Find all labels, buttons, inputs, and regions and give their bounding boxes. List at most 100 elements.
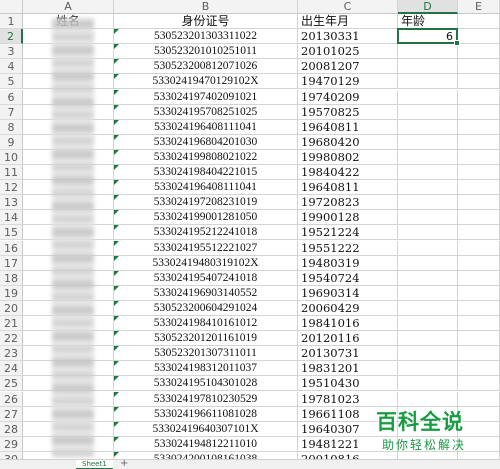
cell-empty[interactable] — [458, 270, 500, 286]
id-number-cell[interactable]: 533024196408111041 — [114, 119, 298, 135]
age-cell[interactable] — [398, 119, 458, 135]
birth-date-cell[interactable]: 19980802 — [298, 149, 398, 165]
birth-date-cell[interactable]: 19521224 — [298, 225, 398, 241]
row-header[interactable]: 28 — [0, 421, 23, 437]
id-number-cell[interactable]: 53302419640307101X — [114, 421, 298, 437]
id-number-cell[interactable]: 533024194812211010 — [114, 436, 298, 452]
age-cell[interactable] — [398, 165, 458, 181]
row-header[interactable]: 9 — [0, 134, 23, 150]
row-header[interactable]: 22 — [0, 331, 23, 347]
cell-empty[interactable] — [458, 149, 500, 165]
row-header[interactable]: 11 — [0, 165, 23, 181]
id-number-cell[interactable]: 533024195708251025 — [114, 104, 298, 120]
id-number-cell[interactable]: 53302419470129102X — [114, 74, 298, 90]
id-number-cell[interactable]: 533024196903140552 — [114, 285, 298, 301]
age-cell[interactable] — [398, 59, 458, 75]
cell-empty[interactable] — [458, 29, 500, 45]
age-cell[interactable] — [398, 391, 458, 407]
id-number-cell[interactable]: 533024197208231019 — [114, 195, 298, 211]
age-cell[interactable] — [398, 270, 458, 286]
row-header[interactable]: 29 — [0, 436, 23, 452]
cell-empty[interactable] — [458, 391, 500, 407]
age-cell[interactable] — [398, 376, 458, 392]
age-cell[interactable] — [398, 180, 458, 196]
age-cell[interactable] — [398, 316, 458, 332]
birth-date-cell[interactable]: 20081207 — [298, 59, 398, 75]
birth-date-cell[interactable]: 19680420 — [298, 134, 398, 150]
age-cell[interactable] — [398, 331, 458, 347]
row-header[interactable]: 4 — [0, 59, 23, 75]
age-cell[interactable] — [398, 134, 458, 150]
cell-empty[interactable] — [458, 240, 500, 256]
birth-date-cell[interactable]: 19551222 — [298, 240, 398, 256]
cell-empty[interactable] — [458, 316, 500, 332]
id-number-cell[interactable]: 533024198410161012 — [114, 316, 298, 332]
row-header[interactable]: 21 — [0, 316, 23, 332]
cell-empty[interactable] — [458, 285, 500, 301]
birth-date-cell[interactable]: 19841016 — [298, 316, 398, 332]
id-number-cell[interactable]: 533024195212241018 — [114, 225, 298, 241]
row-header[interactable]: 1 — [0, 14, 23, 30]
id-number-cell[interactable]: 533024195512221027 — [114, 240, 298, 256]
row-header[interactable]: 13 — [0, 195, 23, 211]
header-birth-date[interactable]: 出生年月 — [298, 14, 398, 30]
id-number-cell[interactable]: 530523200812071026 — [114, 59, 298, 75]
row-header[interactable]: 26 — [0, 391, 23, 407]
id-number-cell[interactable]: 533024195407241018 — [114, 270, 298, 286]
birth-date-cell[interactable]: 19781023 — [298, 391, 398, 407]
birth-date-cell[interactable]: 19690314 — [298, 285, 398, 301]
cell-empty[interactable] — [458, 74, 500, 90]
age-cell[interactable] — [398, 361, 458, 377]
birth-date-cell[interactable]: 20130331 — [298, 29, 398, 45]
cell-empty[interactable] — [458, 300, 500, 316]
row-header[interactable]: 19 — [0, 285, 23, 301]
age-cell[interactable] — [398, 104, 458, 120]
cell-empty[interactable] — [458, 44, 500, 60]
cell-empty[interactable] — [458, 104, 500, 120]
row-header[interactable]: 16 — [0, 240, 23, 256]
column-header-e[interactable]: E — [458, 0, 500, 14]
id-number-cell[interactable]: 533024196408111041 — [114, 180, 298, 196]
cell-empty[interactable] — [458, 346, 500, 362]
birth-date-cell[interactable]: 19720823 — [298, 195, 398, 211]
cell-empty[interactable] — [458, 255, 500, 271]
age-cell[interactable] — [398, 346, 458, 362]
birth-date-cell[interactable]: 20120116 — [298, 331, 398, 347]
birth-date-cell[interactable]: 19470129 — [298, 74, 398, 90]
id-number-cell[interactable]: 530523200604291024 — [114, 300, 298, 316]
spreadsheet-grid[interactable]: ABCDE 1 2 3 4 5 6 7 8 9 10 11 12 13 14 15 16 17 18 19 20 21 2… — [0, 0, 500, 469]
sheet-tab[interactable]: Sheet1 — [76, 460, 113, 469]
birth-date-cell[interactable]: 19831201 — [298, 361, 398, 377]
cell-empty[interactable] — [458, 331, 500, 347]
age-cell[interactable] — [398, 210, 458, 226]
age-cell[interactable] — [398, 240, 458, 256]
row-header[interactable]: 12 — [0, 180, 23, 196]
row-header[interactable]: 27 — [0, 406, 23, 422]
row-header[interactable]: 10 — [0, 149, 23, 165]
age-cell[interactable] — [398, 225, 458, 241]
age-cell[interactable] — [398, 300, 458, 316]
birth-date-cell[interactable]: 19840422 — [298, 165, 398, 181]
cell-empty[interactable] — [458, 14, 500, 30]
header-age[interactable]: 年龄 — [398, 14, 458, 30]
column-header-d[interactable]: D — [398, 0, 458, 14]
row-header[interactable]: 20 — [0, 300, 23, 316]
id-number-cell[interactable]: 533024197810230529 — [114, 391, 298, 407]
birth-date-cell[interactable]: 20130731 — [298, 346, 398, 362]
id-number-cell[interactable]: 533024199808021022 — [114, 149, 298, 165]
column-header-b[interactable]: B — [114, 0, 298, 14]
select-all-corner[interactable] — [0, 0, 23, 14]
birth-date-cell[interactable]: 19510430 — [298, 376, 398, 392]
cell-empty[interactable] — [458, 180, 500, 196]
row-header[interactable]: 14 — [0, 210, 23, 226]
id-number-cell[interactable]: 533024196804201030 — [114, 134, 298, 150]
cell-empty[interactable] — [458, 165, 500, 181]
age-cell[interactable] — [398, 44, 458, 60]
id-number-cell[interactable]: 533024198404221015 — [114, 165, 298, 181]
birth-date-cell[interactable]: 19900128 — [298, 210, 398, 226]
birth-date-cell[interactable]: 20060429 — [298, 300, 398, 316]
id-number-cell[interactable]: 530523201201161019 — [114, 331, 298, 347]
age-cell[interactable] — [398, 195, 458, 211]
cell-empty[interactable] — [458, 195, 500, 211]
column-header-a[interactable]: A — [23, 0, 114, 14]
